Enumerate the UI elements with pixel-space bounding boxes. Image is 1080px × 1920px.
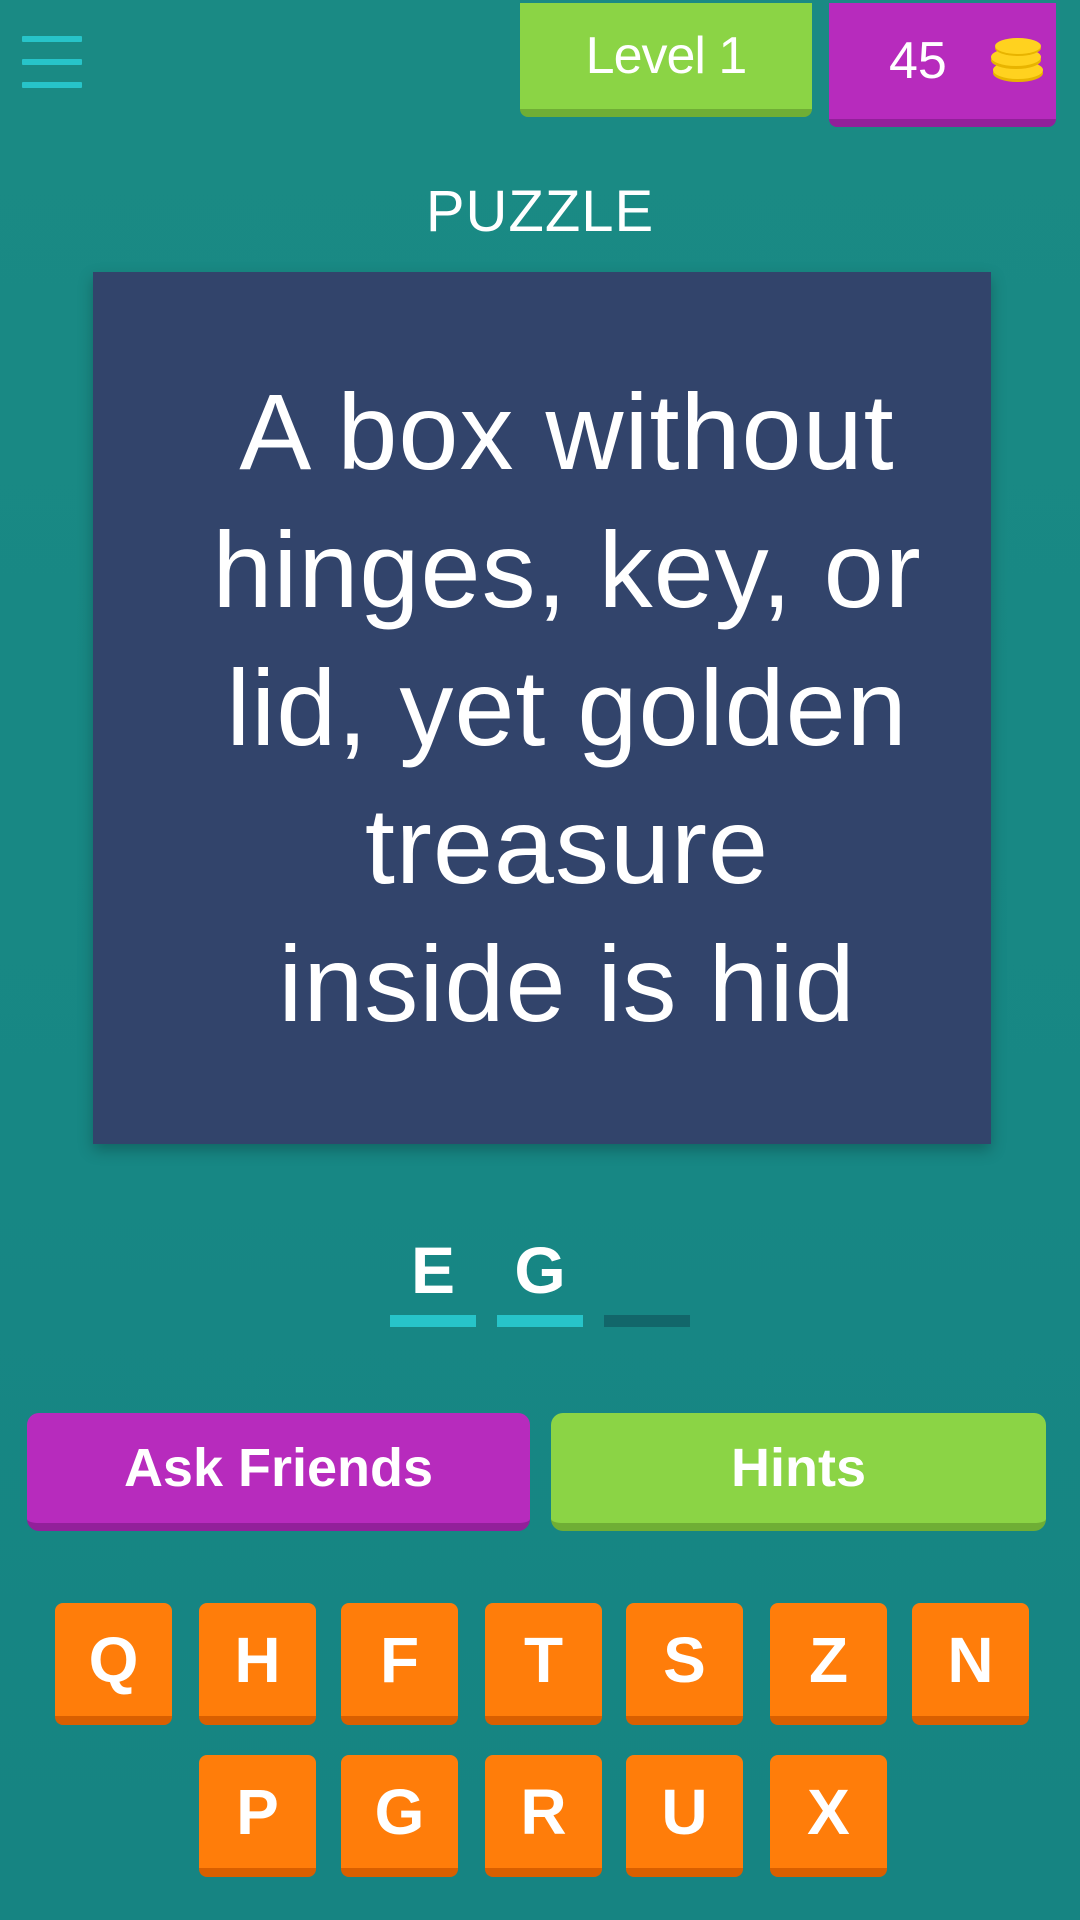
coins-count: 45 xyxy=(889,32,947,90)
key-n[interactable]: N xyxy=(912,1603,1029,1725)
coins-badge[interactable]: 45 xyxy=(829,3,1056,127)
key-z[interactable]: Z xyxy=(770,1603,887,1725)
key-q[interactable]: Q xyxy=(55,1603,172,1725)
answer-slot-1[interactable]: E xyxy=(390,1232,476,1327)
key-h[interactable]: H xyxy=(199,1603,316,1725)
puzzle-heading: PUZZLE xyxy=(425,179,655,244)
key-g[interactable]: G xyxy=(341,1755,458,1877)
key-u[interactable]: U xyxy=(626,1755,743,1877)
answer-letter: G xyxy=(514,1233,566,1307)
key-s[interactable]: S xyxy=(626,1603,743,1725)
answer-underline xyxy=(497,1315,583,1327)
puzzle-card: A box without hinges, key, or lid, yet g… xyxy=(93,272,991,1144)
ask-friends-button[interactable]: Ask Friends xyxy=(27,1413,530,1531)
hints-button[interactable]: Hints xyxy=(551,1413,1046,1531)
menu-icon-bar xyxy=(22,59,82,65)
coins-icon xyxy=(990,38,1043,82)
key-x[interactable]: X xyxy=(770,1755,887,1877)
answer-letter: E xyxy=(410,1233,456,1307)
level-label: Level 1 xyxy=(585,27,748,85)
key-t[interactable]: T xyxy=(485,1603,602,1725)
puzzle-text: A box without hinges, key, or lid, yet g… xyxy=(212,371,922,1044)
key-r[interactable]: R xyxy=(485,1755,602,1877)
answer-underline xyxy=(390,1315,476,1327)
answer-slot-3[interactable] xyxy=(604,1232,690,1327)
key-f[interactable]: F xyxy=(341,1603,458,1725)
level-badge: Level 1 xyxy=(520,3,812,117)
answer-slot-2[interactable]: G xyxy=(497,1232,583,1327)
key-p[interactable]: P xyxy=(199,1755,316,1877)
answer-row: E G xyxy=(0,1232,1080,1327)
answer-underline xyxy=(604,1315,690,1327)
menu-icon[interactable] xyxy=(22,36,82,88)
menu-icon-bar xyxy=(22,82,82,88)
menu-icon-bar xyxy=(22,36,82,42)
